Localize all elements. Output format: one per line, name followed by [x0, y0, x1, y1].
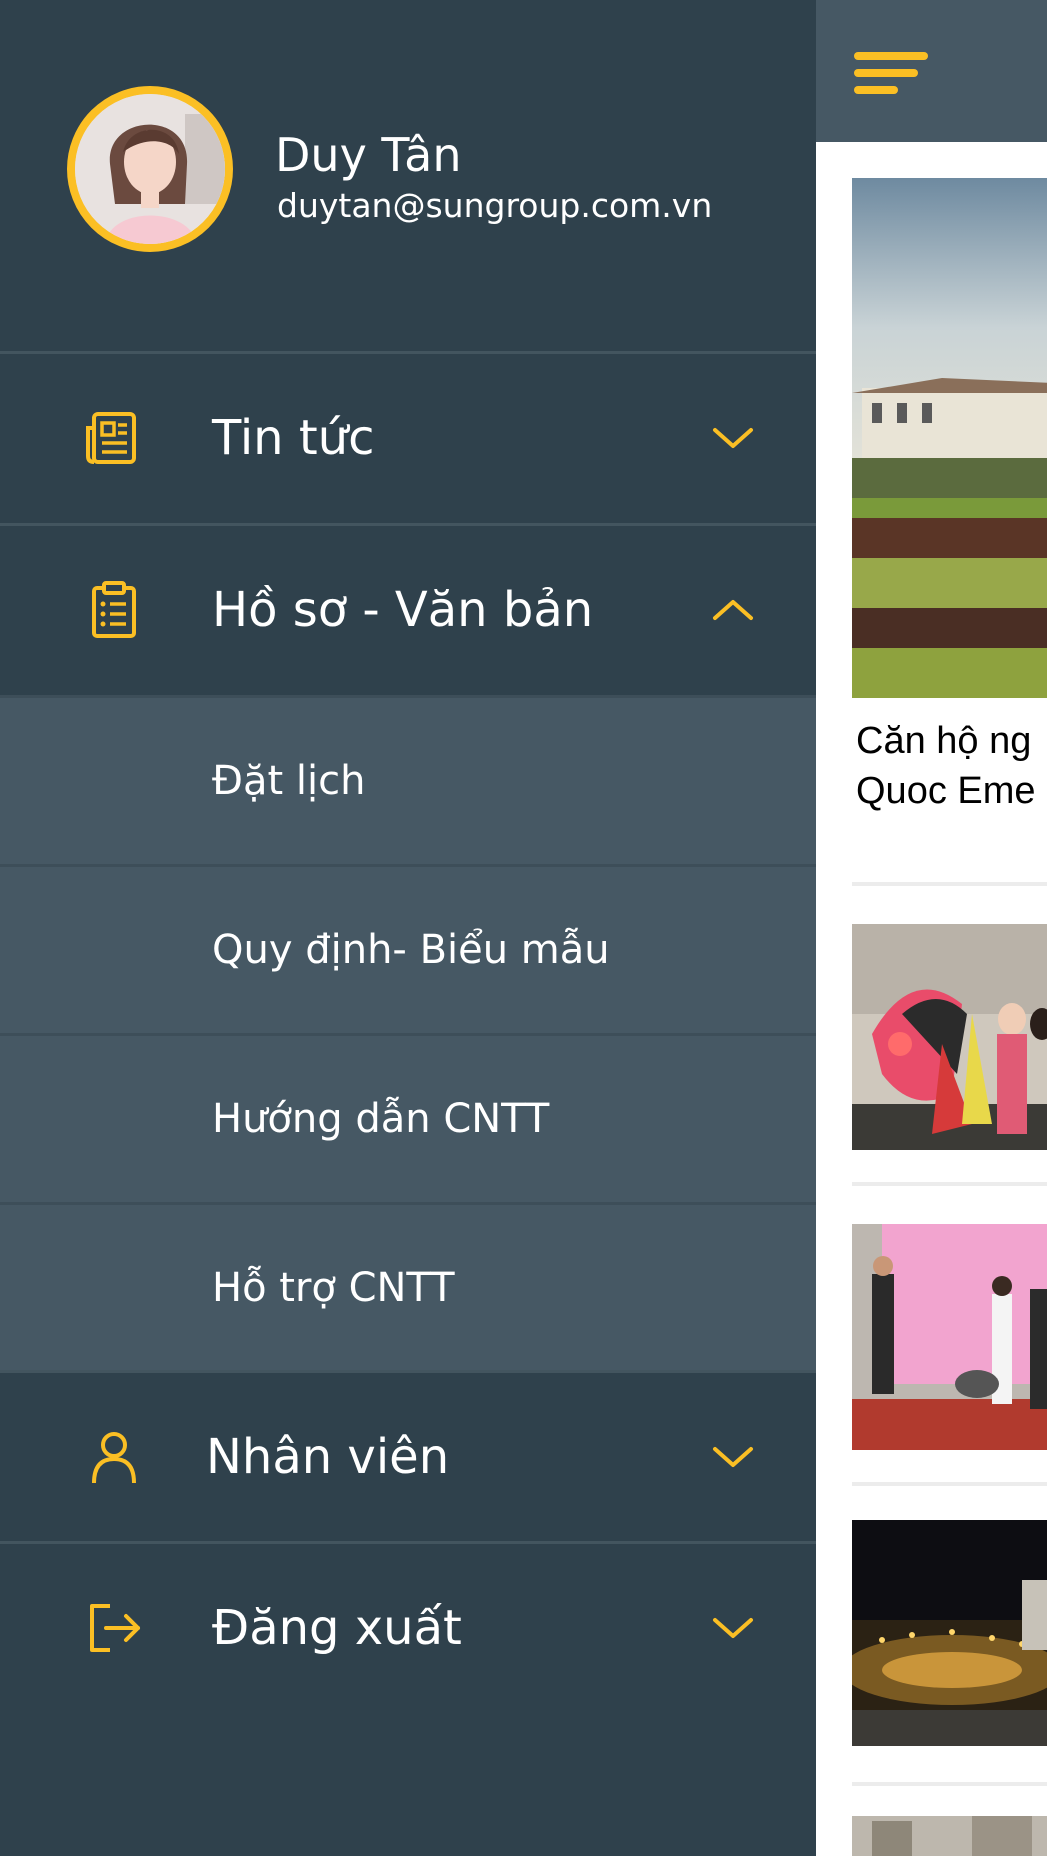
- submenu-item-it-guide[interactable]: Hướng dẫn CNTT: [0, 1036, 816, 1202]
- submenu-label-it-support: Hỗ trợ CNTT: [212, 1265, 455, 1311]
- submenu-item-regulations[interactable]: Quy định- Biểu mẫu: [0, 867, 816, 1033]
- newspaper-icon: [86, 412, 136, 464]
- submenu-label-schedule: Đặt lịch: [212, 758, 366, 804]
- submenu-label-regulations: Quy định- Biểu mẫu: [212, 927, 610, 973]
- divider: [852, 1182, 1047, 1186]
- documents-submenu: Đặt lịch Quy định- Biểu mẫu Hướng dẫn CN…: [0, 695, 816, 1370]
- user-email: duytan@sungroup.com.vn: [277, 186, 713, 225]
- news-title-line-1: Căn hộ ng: [856, 720, 1032, 762]
- menu-item-news[interactable]: Tin tức: [0, 354, 816, 522]
- user-name: Duy Tân: [275, 128, 462, 182]
- submenu-label-it-guide: Hướng dẫn CNTT: [212, 1096, 550, 1142]
- divider: [852, 1782, 1047, 1786]
- top-bar: [816, 0, 1047, 142]
- menu-label-news: Tin tức: [212, 410, 375, 466]
- news-title-line-2: Quoc Eme: [856, 770, 1036, 812]
- submenu-item-it-support[interactable]: Hỗ trợ CNTT: [0, 1205, 816, 1371]
- news-thumbnail[interactable]: [852, 1816, 1047, 1856]
- avatar[interactable]: [67, 86, 233, 252]
- submenu-item-schedule[interactable]: Đặt lịch: [0, 698, 816, 864]
- menu-label-employees: Nhân viên: [206, 1429, 450, 1485]
- divider: [852, 882, 1047, 886]
- news-title[interactable]: Căn hộ ng Quoc Eme: [856, 716, 1036, 816]
- chevron-up-icon[interactable]: [710, 596, 756, 624]
- chevron-down-icon[interactable]: [710, 424, 756, 452]
- news-image[interactable]: [852, 178, 1047, 698]
- menu-item-employees[interactable]: Nhân viên: [0, 1373, 816, 1541]
- chevron-down-icon[interactable]: [710, 1443, 756, 1471]
- menu-label-documents: Hồ sơ - Văn bản: [212, 582, 594, 638]
- clipboard-icon: [92, 581, 136, 638]
- profile-header: Duy Tân duytan@sungroup.com.vn: [0, 0, 816, 352]
- news-thumbnail[interactable]: [852, 1224, 1047, 1450]
- chevron-down-icon[interactable]: [710, 1614, 756, 1642]
- menu-label-logout: Đăng xuất: [212, 1600, 462, 1656]
- divider: [852, 1482, 1047, 1486]
- main-content: Căn hộ ng Quoc Eme: [816, 0, 1047, 1856]
- menu-item-documents[interactable]: Hồ sơ - Văn bản: [0, 526, 816, 694]
- menu-item-logout[interactable]: Đăng xuất: [0, 1544, 816, 1712]
- logout-icon: [90, 1604, 140, 1652]
- navigation-drawer: Duy Tân duytan@sungroup.com.vn Tin tức H…: [0, 0, 816, 1856]
- news-thumbnail[interactable]: [852, 1520, 1047, 1746]
- menu-icon[interactable]: [854, 50, 928, 96]
- user-icon: [92, 1432, 136, 1484]
- news-thumbnail[interactable]: [852, 924, 1047, 1150]
